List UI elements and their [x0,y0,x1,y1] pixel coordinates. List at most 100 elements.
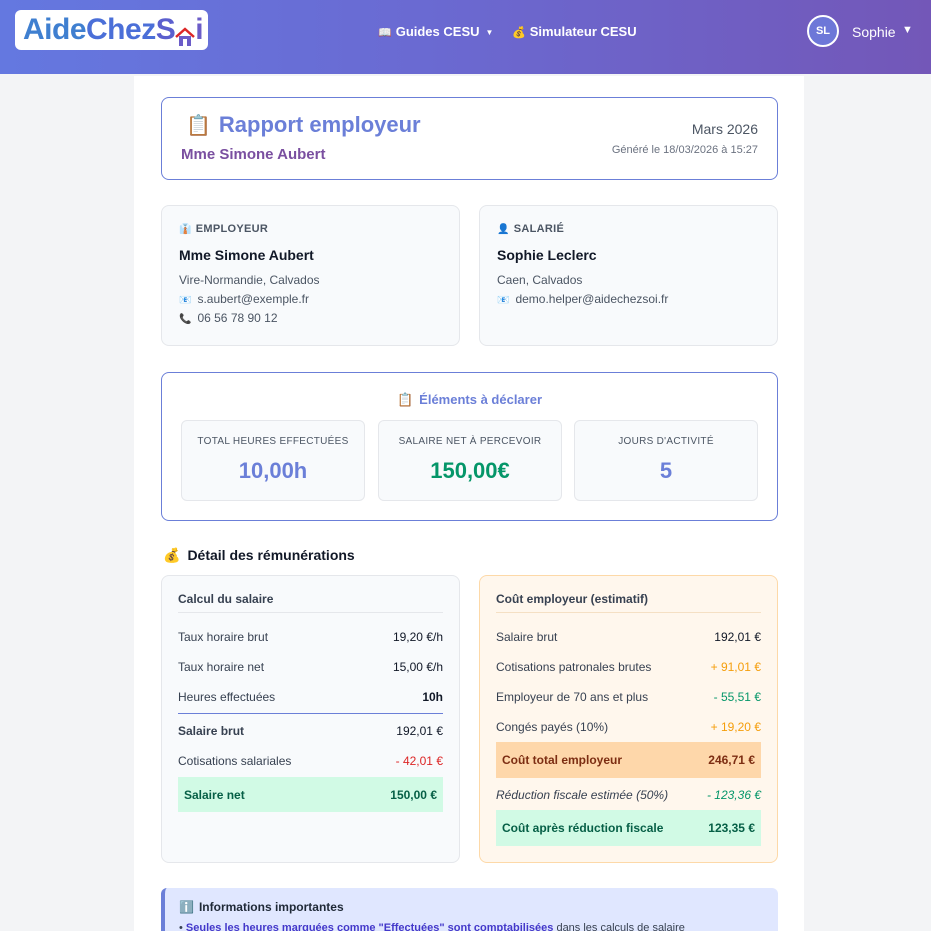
report-header-card: 📋 Rapport employeur Mme Simone Aubert Mar… [161,97,778,180]
money-bag-icon: 💰 [163,547,181,563]
stat-total-hours: TOTAL HEURES EFFECTUÉES 10,00h [181,420,365,501]
row-gross-hourly-rate: Taux horaire brut 19,20 €/h [178,622,443,652]
info-bullet: • Seules les heures marquées comme "Effe… [179,922,685,931]
employee-name: Sophie Leclerc [497,247,597,263]
row-employer-contributions: Cotisations patronales brutes + 91,01 € [496,652,761,682]
row-cost-after-reduction: Coût après réduction fiscale 123,35 € [496,810,761,846]
logo-text-i: i [195,13,204,46]
panel-title: Coût employeur (estimatif) [496,592,649,606]
user-menu-caret-icon[interactable]: ▼ [902,24,913,36]
row-label: Coût après réduction fiscale [502,821,664,835]
phone-icon: 📞 [179,314,192,325]
employer-label: 👔 EMPLOYEUR [179,223,268,235]
stat-value: 150,00€ [430,458,510,483]
row-value: 15,00 €/h [392,660,443,674]
user-name[interactable]: Sophie [852,24,896,40]
stat-label: JOURS D'ACTIVITÉ [618,436,714,447]
employer-location: Vire-Normandie, Calvados [179,273,320,287]
employer-name: Mme Simone Aubert [179,247,314,263]
row-employer-70-plus: Employeur de 70 ans et plus - 55,51 € [496,682,761,712]
row-gross-salary: Salaire brut 192,01 € [178,716,443,746]
row-value: 10h [422,690,443,704]
nav-guides-label: Guides CESU [395,24,480,39]
divider [496,612,761,613]
report-employer-name: Mme Simone Aubert [181,146,326,163]
row-net-salary: Salaire net 150,00 € [178,777,443,812]
row-label: Salaire brut [178,724,245,738]
employer-cost-panel: Coût employeur (estimatif) Salaire brut 1… [479,575,778,863]
row-value: 192,01 € [714,630,761,644]
money-bag-icon: 💰 [512,27,526,39]
employer-phone[interactable]: 06 56 78 90 12 [197,311,277,325]
row-value: 123,35 € [708,821,755,835]
row-label: Taux horaire net [178,660,265,674]
email-icon: 📧 [179,295,192,306]
row-tax-reduction: Réduction fiscale estimée (50%) - 123,36 … [496,780,761,810]
book-icon: 📖 [378,27,392,39]
important-info-box: ℹ️ Informations importantes • Seules les … [161,888,778,931]
chevron-down-icon: ▼ [485,28,494,38]
row-label: Heures effectuées [178,690,276,704]
row-value: - 42,01 € [395,754,443,768]
employer-email[interactable]: s.aubert@exemple.fr [197,292,309,306]
logo-text-aide: Aide [23,13,87,46]
employer-card: 👔 EMPLOYEUR Mme Simone Aubert Vire-Norman… [161,205,460,346]
page-title: 📋 Rapport employeur [186,112,421,138]
info-bullet-rest: dans les calculs de salaire [553,922,685,931]
row-label: Cotisations salariales [178,754,292,768]
employer-label-text: EMPLOYEUR [195,223,269,235]
panel-title: Calcul du salaire [178,592,274,606]
employee-email[interactable]: demo.helper@aidechezsoi.fr [515,292,668,306]
row-label: Coût total employeur [502,753,623,767]
clipboard-icon: 📋 [186,115,211,137]
person-icon: 👤 [497,224,510,235]
nav-guides-cesu[interactable]: 📖 Guides CESU ▼ [378,24,493,39]
email-icon: 📧 [497,295,510,306]
row-value: 19,20 €/h [392,630,443,644]
declaration-title-text: Éléments à déclarer [419,392,543,407]
employee-label-text: SALARIÉ [513,223,565,235]
logo[interactable]: AideChezS i [15,10,208,50]
row-label: Congés payés (10%) [496,720,609,734]
avatar[interactable]: SL [807,15,839,47]
row-gross-salary: Salaire brut 192,01 € [496,622,761,652]
remuneration-section-title: 💰 Détail des rémunérations [163,547,355,564]
employee-email-line: 📧 demo.helper@aidechezsoi.fr [497,292,668,306]
row-label: Taux horaire brut [178,630,269,644]
nav-simulateur-cesu[interactable]: 💰 Simulateur CESU [512,24,637,39]
row-value: + 19,20 € [710,720,761,734]
stat-label: SALAIRE NET À PERCEVOIR [398,436,542,447]
row-label: Salaire brut [496,630,558,644]
row-label: Réduction fiscale estimée (50%) [496,788,669,802]
stat-activity-days: JOURS D'ACTIVITÉ 5 [574,420,758,501]
row-label: Salaire net [184,787,245,802]
salary-calculation-panel: Calcul du salaire Taux horaire brut 19,20… [161,575,460,863]
stat-label: TOTAL HEURES EFFECTUÉES [197,436,349,447]
row-employee-contributions: Cotisations salariales - 42,01 € [178,746,443,776]
top-navbar: AideChezS i 📖 Guides CESU ▼ 💰 Simulateur CES… [0,0,931,74]
divider [178,713,443,714]
house-icon [174,21,196,47]
report-generated-timestamp: Généré le 18/03/2026 à 15:27 [611,144,758,156]
stat-net-salary: SALAIRE NET À PERCEVOIR 150,00€ [378,420,562,501]
row-label: Employeur de 70 ans et plus [496,690,649,704]
report-title-text: Rapport employeur [218,112,421,137]
row-value: - 123,36 € [706,788,761,802]
row-value: 150,00 € [390,787,437,802]
declaration-title: 📋 Éléments à déclarer [162,392,777,408]
row-value: + 91,01 € [710,660,761,674]
row-hours-worked: Heures effectuées 10h [178,682,443,712]
row-paid-leave: Congés payés (10%) + 19,20 € [496,712,761,742]
employer-email-line: 📧 s.aubert@exemple.fr [179,292,309,306]
tie-icon: 👔 [179,224,192,235]
employer-phone-line: 📞 06 56 78 90 12 [179,311,278,325]
employee-card: 👤 SALARIÉ Sophie Leclerc Caen, Calvados 📧… [479,205,778,346]
row-value: 192,01 € [396,724,443,738]
nav-simulateur-label: Simulateur CESU [529,24,637,39]
logo-text-s: S [155,13,176,46]
info-title-text: Informations importantes [198,900,344,914]
remuneration-title-text: Détail des rémunérations [187,547,355,563]
employee-location: Caen, Calvados [497,273,583,287]
row-value: - 55,51 € [713,690,761,704]
declaration-summary: 📋 Éléments à déclarer TOTAL HEURES EFFECT… [161,372,778,521]
